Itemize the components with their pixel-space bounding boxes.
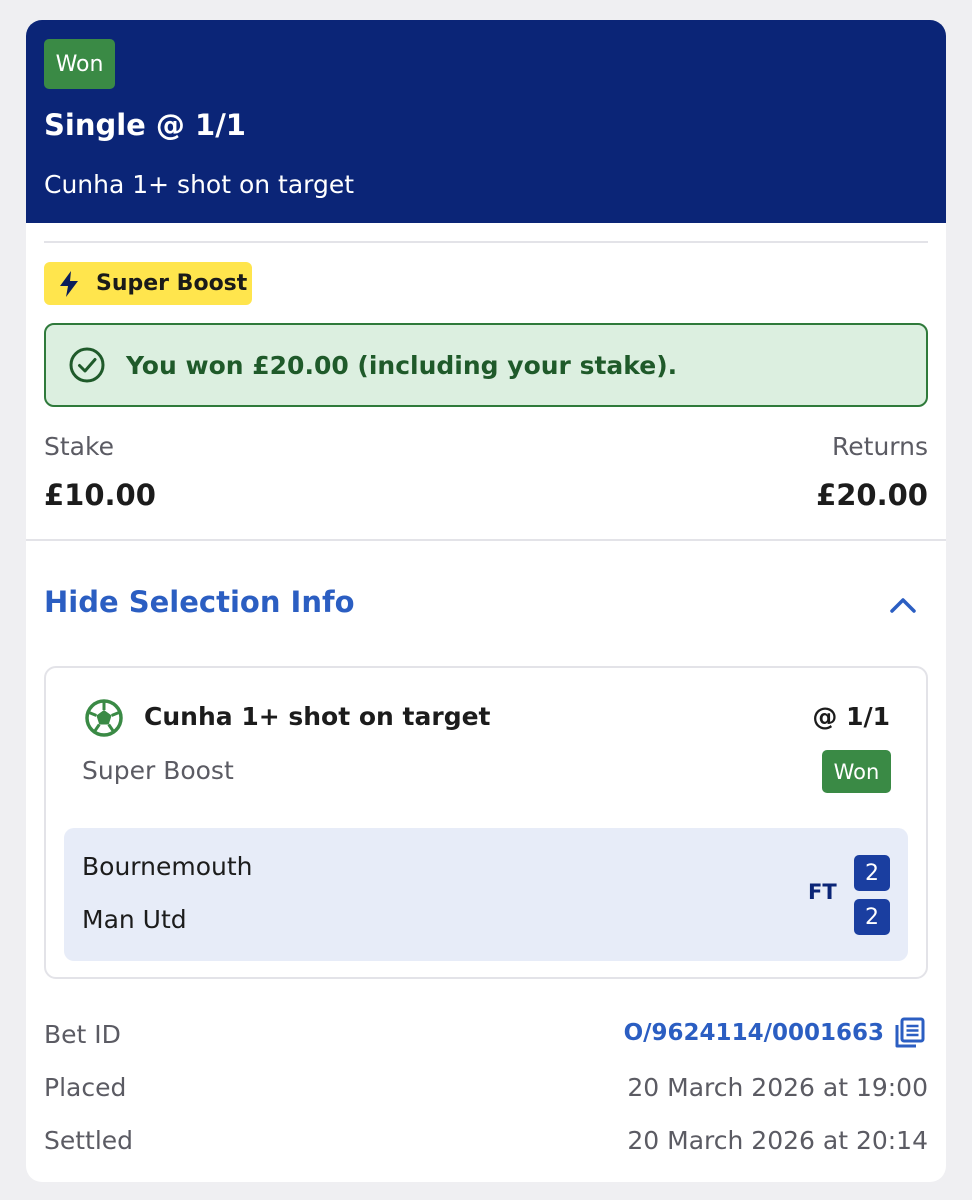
selection-card: Cunha 1+ shot on target @ 1/1 Super Boos…: [44, 666, 928, 979]
bet-title: Single @ 1/1: [44, 108, 246, 142]
won-banner: You won £20.00 (including your stake).: [44, 323, 928, 407]
won-message: You won £20.00 (including your stake).: [126, 350, 678, 380]
bet-subtitle: Cunha 1+ shot on target: [44, 170, 355, 199]
home-team: Bournemouth: [82, 852, 253, 881]
status-badge: Won: [44, 39, 115, 89]
away-team: Man Utd: [82, 905, 187, 934]
stake-label: Stake: [44, 432, 114, 461]
placed-value: 20 March 2026 at 19:00: [627, 1073, 928, 1102]
match-score-box[interactable]: Bournemouth Man Utd FT 2 2: [64, 828, 908, 961]
bet-header: Won Single @ 1/1 Cunha 1+ shot on target: [26, 20, 946, 223]
home-score: 2: [854, 855, 890, 891]
copy-icon[interactable]: [892, 1016, 926, 1050]
selection-status-badge: Won: [822, 750, 891, 793]
stake-value: £10.00: [44, 478, 156, 512]
bet-id-value[interactable]: O/9624114/0001663: [624, 1020, 884, 1046]
football-icon: [85, 699, 123, 737]
chevron-up-icon[interactable]: [888, 590, 918, 620]
bet-id-label: Bet ID: [44, 1020, 121, 1049]
match-period: FT: [808, 880, 837, 904]
returns-value: £20.00: [816, 478, 928, 512]
check-circle-icon: [69, 347, 105, 383]
selection-type: Super Boost: [82, 756, 234, 785]
hide-selection-info-button[interactable]: Hide Selection Info: [44, 585, 355, 619]
super-boost-badge: Super Boost: [44, 262, 252, 305]
placed-label: Placed: [44, 1073, 127, 1102]
selection-odds: @ 1/1: [812, 702, 890, 731]
settled-value: 20 March 2026 at 20:14: [627, 1126, 928, 1155]
bet-card: Won Single @ 1/1 Cunha 1+ shot on target…: [26, 20, 946, 1182]
settled-label: Settled: [44, 1126, 134, 1155]
selection-name: Cunha 1+ shot on target: [144, 702, 491, 731]
super-boost-label: Super Boost: [96, 271, 248, 296]
returns-label: Returns: [832, 432, 928, 461]
away-score: 2: [854, 899, 890, 935]
divider: [44, 241, 928, 243]
lightning-icon: [60, 270, 78, 297]
divider: [26, 539, 946, 541]
